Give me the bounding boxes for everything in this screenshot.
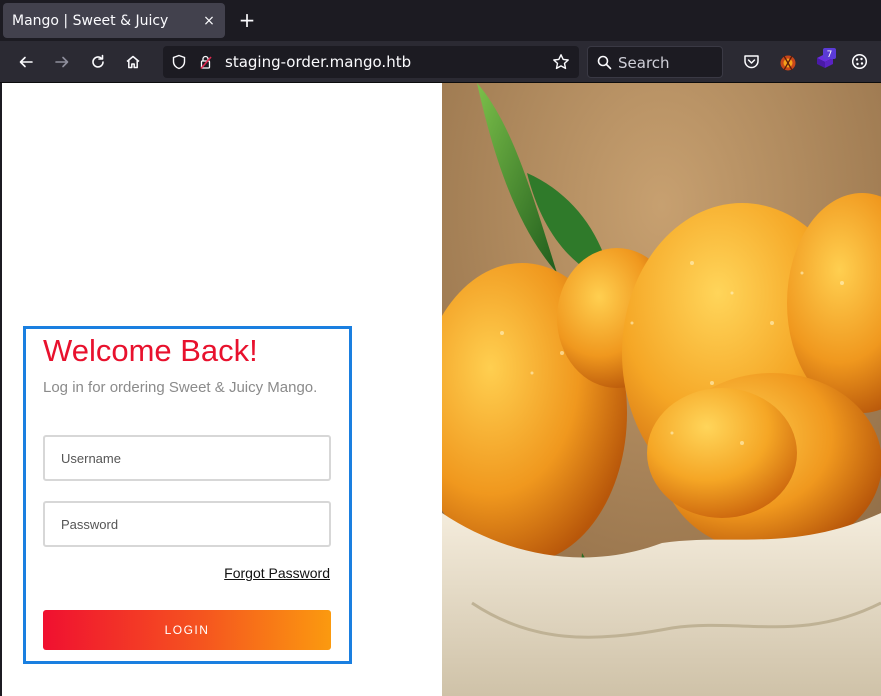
forgot-password-link[interactable]: Forgot Password [224,565,330,581]
login-subtitle: Log in for ordering Sweet & Juicy Mango. [43,379,318,396]
extensions-puzzle-icon[interactable] [851,53,868,74]
extension-icon[interactable] [778,52,798,76]
search-box[interactable]: Search [587,46,723,78]
tab-title: Mango | Sweet & Juicy [12,12,169,29]
welcome-heading: Welcome Back! [43,333,258,368]
tab-close-icon[interactable]: × [197,13,221,29]
username-input[interactable] [43,435,331,481]
mango-hero-image [442,83,881,696]
pocket-icon[interactable] [743,53,760,74]
forward-icon[interactable] [49,49,75,75]
shield-icon[interactable] [171,54,187,74]
reload-icon[interactable] [85,49,111,75]
new-tab-icon[interactable]: + [236,8,258,32]
login-card: Welcome Back! Log in for ordering Sweet … [23,326,352,664]
navigation-bar: staging-order.mango.htb Search 7 [0,41,881,83]
search-icon [597,55,612,74]
url-bar[interactable]: staging-order.mango.htb [163,46,579,78]
star-icon[interactable] [552,53,570,75]
page-content: Welcome Back! Log in for ordering Sweet … [2,83,881,696]
back-icon[interactable] [13,49,39,75]
login-button[interactable]: LOGIN [43,610,331,650]
lock-icon[interactable] [198,54,214,74]
home-icon[interactable] [120,49,146,75]
tab-strip: Mango | Sweet & Juicy × + [0,0,881,41]
extension-badge-count: 7 [827,50,833,60]
url-text: staging-order.mango.htb [225,53,412,71]
extension-badge-icon[interactable]: 7 [814,48,838,76]
password-input[interactable] [43,501,331,547]
search-placeholder: Search [618,54,670,72]
browser-tab[interactable]: Mango | Sweet & Juicy × [3,3,225,38]
